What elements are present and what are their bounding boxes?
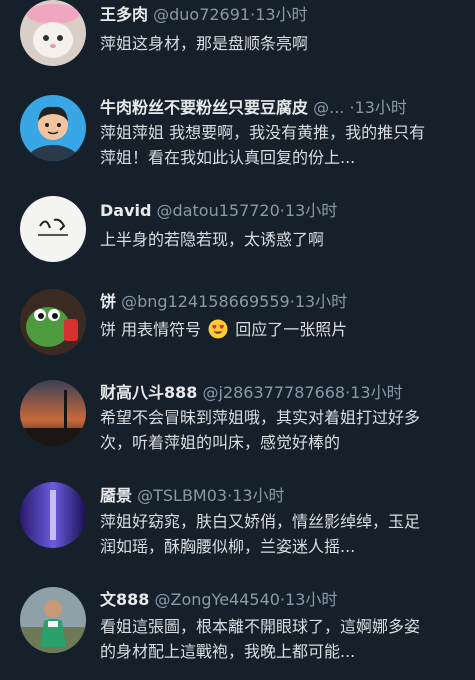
reply-item[interactable]: 牛肉粉丝不要粉丝只要豆腐皮 @... ·13小时 萍姐萍姐 我想要啊，我没有黄推…	[0, 93, 475, 173]
reply-item[interactable]: 文888 @ZongYe44540·13小时 看姐這張圖，根本離不開眼球了，這婀…	[0, 587, 475, 667]
author-name[interactable]: David	[100, 201, 151, 220]
author-name[interactable]: 饼	[100, 292, 116, 311]
calligraphy-logo-avatar[interactable]	[20, 196, 86, 262]
author-name[interactable]: 文888	[100, 590, 149, 609]
reply-text-after: 回应了一张照片	[235, 320, 348, 339]
author-name[interactable]: 牛肉粉丝不要粉丝只要豆腐皮	[100, 98, 308, 117]
timestamp[interactable]: 13小时	[285, 590, 337, 609]
cartoon-man-avatar[interactable]	[20, 95, 86, 161]
reply-item[interactable]: 靥景 @TSLBM03·13小时 萍姐好窈窕，肤白又娇俏，情丝影绰绰，玉足润如瑶…	[0, 482, 475, 562]
cat-avatar[interactable]	[20, 0, 86, 66]
reply-item[interactable]: 财高八斗888 @j286377787668·13小时 希望不会冒昧到萍姐哦，其…	[0, 378, 475, 458]
reply-text: 萍姐萍姐 我想要啊，我没有黄推，我的推只有萍姐！看在我如此认真回复的份上...	[100, 123, 426, 167]
purple-light-avatar[interactable]	[20, 482, 86, 548]
author-handle[interactable]: @bng124158669559	[121, 292, 290, 311]
author-handle[interactable]: @ZongYe44540	[155, 590, 280, 609]
timestamp[interactable]: 13小时	[355, 98, 407, 117]
author-name[interactable]: 财高八斗888	[100, 383, 197, 402]
man-outdoor-avatar[interactable]	[20, 587, 86, 653]
reply-text: 饼 用表情符号 回应了一张照片	[100, 317, 432, 342]
reply-feed: 王多肉 @duo72691·13小时 萍姐这身材，那是盘顺条亮啊 牛肉粉丝不要粉…	[0, 0, 475, 680]
timestamp[interactable]: 13小时	[232, 486, 284, 505]
author-handle[interactable]: @datou157720	[157, 201, 280, 220]
timestamp[interactable]: 13小时	[350, 383, 402, 402]
reply-text: 上半身的若隐若现，太诱惑了啊	[100, 230, 325, 249]
timestamp[interactable]: 13小时	[255, 5, 307, 24]
author-handle[interactable]: @duo72691	[153, 5, 250, 24]
author-handle[interactable]: @j286377787668	[203, 383, 346, 402]
reply-item[interactable]: 饼 @bng124158669559·13小时 饼 用表情符号 回应了一张照片	[0, 289, 475, 359]
author-name[interactable]: 王多肉	[100, 5, 148, 24]
reply-text: 萍姐好窈窕，肤白又娇俏，情丝影绰绰，玉足润如瑶，酥胸腰似柳，兰姿迷人摇...	[100, 512, 421, 556]
reply-text: 看姐這張圖，根本離不開眼球了，這婀娜多姿的身材配上這戰袍，我晚上都可能...	[100, 617, 421, 661]
reply-text: 萍姐这身材，那是盘顺条亮啊	[100, 34, 309, 53]
timestamp[interactable]: 13小时	[285, 201, 337, 220]
reply-item[interactable]: David @datou157720·13小时 上半身的若隐若现，太诱惑了啊	[0, 196, 475, 271]
reply-text: 希望不会冒昧到萍姐哦，其实对着姐打过好多次，听着萍姐的叫床，感觉好棒的	[100, 408, 421, 452]
reply-text-before: 饼 用表情符号	[100, 320, 202, 339]
author-handle[interactable]: @TSLBM03	[137, 486, 227, 505]
heart-eyes-emoji	[208, 319, 228, 339]
timestamp[interactable]: 13小时	[295, 292, 347, 311]
reply-item[interactable]: 王多肉 @duo72691·13小时 萍姐这身材，那是盘顺条亮啊	[0, 0, 475, 75]
author-name[interactable]: 靥景	[100, 486, 132, 505]
author-handle[interactable]: @...	[313, 98, 344, 117]
sunset-avatar[interactable]	[20, 380, 86, 446]
frog-avatar[interactable]	[20, 289, 86, 355]
